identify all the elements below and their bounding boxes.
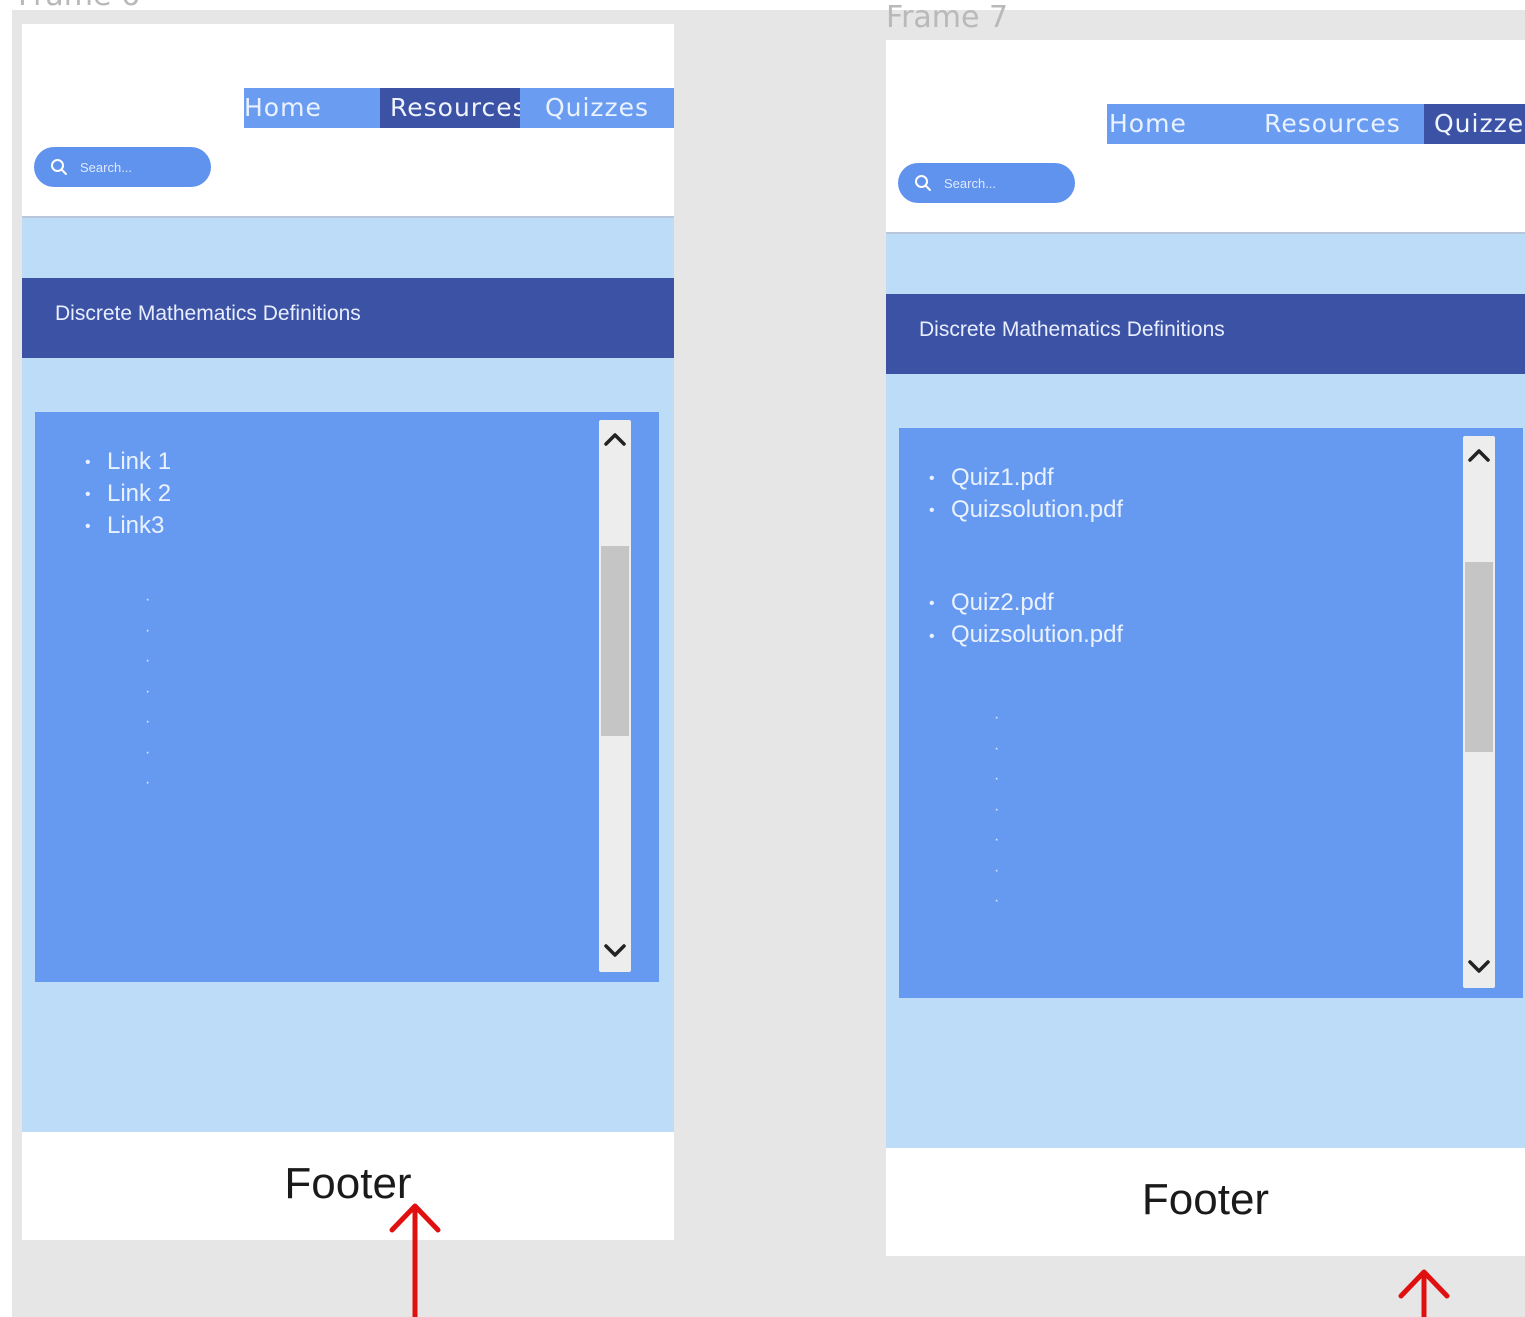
footer-label: Footer — [1141, 1175, 1270, 1224]
chevron-up-icon[interactable] — [599, 424, 631, 454]
scrollbar[interactable] — [599, 420, 631, 972]
search-placeholder: Search... — [944, 175, 997, 191]
scrollbar-thumb[interactable] — [1465, 562, 1493, 752]
footer: Footer — [886, 1148, 1525, 1256]
page-title: Discrete Mathematics Definitions — [22, 278, 674, 358]
bullet-icon: • — [929, 627, 935, 645]
list-item[interactable]: • Quizsolution.pdf — [929, 494, 1123, 526]
list-item[interactable]: • Link 2 — [85, 478, 171, 510]
nav-bar: Home Resources Quizzes — [1107, 104, 1525, 144]
page-title: Discrete Mathematics Definitions — [886, 294, 1525, 374]
file-list: • Quiz1.pdf • Quizsolution.pdf • Quiz2.pdf … — [929, 462, 1123, 652]
nav-tab-home[interactable]: Home — [1107, 104, 1241, 144]
list-item-label: Quizsolution.pdf — [951, 496, 1124, 524]
links-panel: • Link 1 • Link 2 • Link3 · · · · · · · — [35, 412, 659, 982]
list-item[interactable]: • Quizsolution.pdf — [929, 619, 1123, 651]
list-item[interactable]: • Link 1 — [85, 446, 171, 478]
chevron-up-icon[interactable] — [1463, 440, 1495, 470]
frame-label-right: Frame 7 — [886, 0, 1009, 34]
list-item[interactable]: • Link3 — [85, 510, 171, 542]
nav-tab-home[interactable]: Home — [244, 88, 380, 128]
main-content: Discrete Mathematics Definitions • Link 1… — [22, 218, 674, 1132]
continuation-dots: · · · · · · · — [994, 709, 1000, 909]
list-item-label: Quiz1.pdf — [951, 464, 1054, 491]
chevron-down-icon[interactable] — [1463, 952, 1495, 982]
nav-tab-quizzes[interactable]: Quizzes — [520, 88, 674, 128]
nav-tab-resources[interactable]: Resources — [1241, 104, 1424, 144]
list-item-label: Quiz2.pdf — [951, 589, 1054, 617]
search-icon — [915, 175, 931, 191]
header: Home Resources Quizzes Search... — [22, 24, 674, 218]
quiz-files-panel: • Quiz1.pdf • Quizsolution.pdf • Quiz2.pdf … — [899, 428, 1523, 998]
scrollbar[interactable] — [1463, 436, 1495, 988]
bullet-icon: • — [85, 454, 91, 472]
bullet-icon: • — [929, 470, 935, 488]
nav-tab-quizzes[interactable]: Quizzes — [1424, 104, 1525, 144]
frame-resources: Home Resources Quizzes Search... Discret… — [22, 24, 674, 1240]
bullet-icon: • — [929, 595, 935, 613]
frame-quizzes: Home Resources Quizzes Search... Discret… — [886, 40, 1525, 1256]
bullet-icon: • — [929, 502, 935, 520]
search-input[interactable]: Search... — [898, 163, 1075, 203]
search-placeholder: Search... — [80, 159, 133, 175]
list-item-label: Link3 — [107, 512, 165, 540]
list-item-label: Link 1 — [107, 448, 172, 475]
arrow-up-icon — [1398, 1269, 1450, 1317]
search-input[interactable]: Search... — [34, 147, 211, 187]
search-icon — [51, 159, 67, 175]
main-content: Discrete Mathematics Definitions • Quiz1.… — [886, 234, 1525, 1148]
scrollbar-thumb[interactable] — [601, 546, 629, 736]
nav-bar: Home Resources Quizzes — [244, 88, 674, 128]
header: Home Resources Quizzes Search... — [886, 40, 1525, 234]
bullet-icon: • — [85, 518, 91, 536]
link-list: • Link 1 • Link 2 • Link3 — [85, 446, 171, 542]
list-item[interactable]: • Quiz1.pdf — [929, 462, 1123, 494]
list-item-label: Link 2 — [107, 480, 172, 508]
bullet-icon: • — [85, 486, 91, 504]
arrow-up-icon — [389, 1203, 441, 1317]
chevron-down-icon[interactable] — [599, 936, 631, 966]
nav-tab-resources[interactable]: Resources — [380, 88, 526, 128]
list-item-label: Quizsolution.pdf — [951, 621, 1124, 649]
list-item[interactable]: • Quiz2.pdf — [929, 587, 1123, 619]
frame-label-left: Frame 6 — [18, 0, 140, 8]
footer: Footer — [22, 1132, 674, 1240]
continuation-dots: · · · · · · · — [145, 591, 151, 791]
